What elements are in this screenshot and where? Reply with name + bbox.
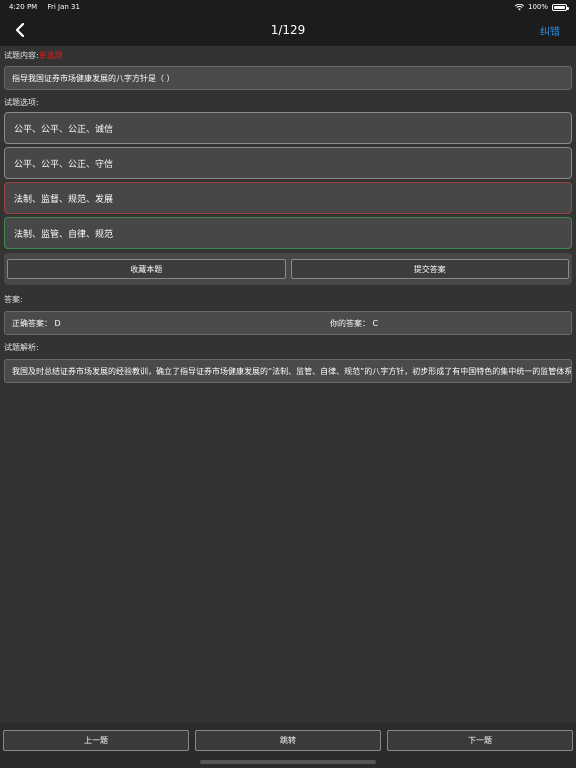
favorite-button[interactable]: 收藏本题 — [7, 259, 286, 279]
question-label: 试题内容:单选题 — [4, 50, 63, 61]
analysis-box: 我国及时总结证券市场发展的经验教训，确立了指导证券市场健康发展的“法制、监管、自… — [4, 359, 572, 383]
status-left: 4:20 PM Fri Jan 31 — [9, 3, 88, 11]
submit-answer-button[interactable]: 提交答案 — [290, 259, 569, 279]
options-label: 试题选项: — [4, 98, 39, 107]
status-time: 4:20 PM — [9, 3, 38, 11]
option-b-text: 公平、公平、公正、守信 — [14, 159, 114, 170]
correct-answer: 正确答案： D — [12, 318, 61, 328]
option-a[interactable]: 公平、公平、公正、诚信 — [4, 112, 572, 144]
status-date: Fri Jan 31 — [47, 3, 80, 11]
option-c-text: 法制、监督、规范、发展 — [14, 194, 114, 205]
your-answer: 你的答案： C — [330, 318, 379, 328]
status-right: 100% — [514, 3, 569, 11]
chevron-left-icon — [15, 23, 25, 37]
question-type-tag: 单选题 — [38, 51, 63, 60]
answer-label: 答案: — [4, 295, 23, 304]
analysis-label: 试题解析: — [4, 343, 39, 352]
answer-box: 正确答案： D 你的答案： C — [4, 311, 572, 335]
status-bar: 4:20 PM Fri Jan 31 100% — [0, 0, 576, 14]
report-error-button[interactable]: 纠错 — [540, 23, 560, 38]
option-a-text: 公平、公平、公正、诚信 — [14, 124, 114, 135]
battery-percent: 100% — [527, 3, 548, 11]
wifi-icon — [514, 3, 524, 10]
next-question-button[interactable]: 下一题 — [387, 730, 573, 751]
option-c[interactable]: 法制、监督、规范、发展 — [4, 182, 572, 214]
nav-bar: 1/129 纠错 — [0, 14, 576, 46]
question-label-text: 试题内容: — [4, 51, 39, 60]
prev-question-button[interactable]: 上一题 — [3, 730, 189, 751]
jump-button[interactable]: 跳转 — [195, 730, 381, 751]
analysis-text: 我国及时总结证券市场发展的经验教训，确立了指导证券市场健康发展的“法制、监管、自… — [12, 366, 572, 376]
home-indicator — [200, 760, 376, 764]
option-d-text: 法制、监管、自律、规范 — [14, 229, 114, 240]
back-button[interactable] — [10, 20, 30, 40]
question-text: 指导我国证券市场健康发展的八字方针是（ ） — [12, 73, 175, 83]
page-title: 1/129 — [270, 23, 306, 37]
action-row: 收藏本题 提交答案 — [4, 253, 572, 285]
question-text-box: 指导我国证券市场健康发展的八字方针是（ ） — [4, 66, 572, 90]
battery-icon — [552, 3, 569, 11]
option-b[interactable]: 公平、公平、公正、守信 — [4, 147, 572, 179]
option-d[interactable]: 法制、监管、自律、规范 — [4, 217, 572, 249]
